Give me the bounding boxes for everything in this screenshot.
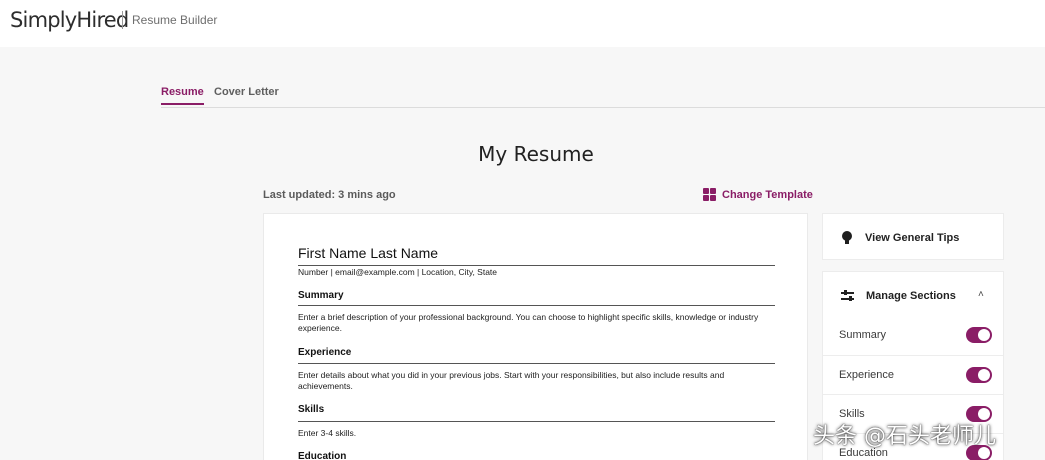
product-name: Resume Builder <box>132 13 218 27</box>
resume-section-body: Enter details about what you did in your… <box>298 370 725 391</box>
watermark-text: 头条 @石头老师儿 <box>813 424 996 449</box>
divider <box>298 305 775 306</box>
section-row-summary: Summary <box>823 316 1003 355</box>
page-title: My Resume <box>478 142 594 166</box>
resume-section-heading: Education <box>298 451 347 460</box>
top-bar: SimplyHired Resume Builder <box>0 0 1045 47</box>
divider <box>298 265 775 266</box>
divider <box>298 363 775 364</box>
sliders-icon <box>841 290 854 301</box>
resume-section-heading: Experience <box>298 347 352 358</box>
change-template-button[interactable]: Change Template <box>703 188 813 201</box>
summary-toggle[interactable] <box>966 327 992 343</box>
tab-resume[interactable]: Resume <box>161 86 204 105</box>
resume-name: First Name Last Name <box>298 245 439 261</box>
tab-cover-letter[interactable]: Cover Letter <box>214 86 279 103</box>
resume-section-body: Enter a brief description of your profes… <box>298 312 759 333</box>
grid-icon <box>703 188 716 201</box>
resume-contact: Number | email@example.com | Location, C… <box>298 267 498 277</box>
section-label: Summary <box>839 329 887 341</box>
section-label: Experience <box>839 369 895 381</box>
last-updated-text: Last updated: 3 mins ago <box>263 189 396 201</box>
view-general-tips-button[interactable]: View General Tips <box>822 213 1004 260</box>
resume-preview[interactable]: First Name Last Name Number | email@exam… <box>263 213 808 460</box>
resume-section-body: Enter 3-4 skills. <box>298 428 357 438</box>
change-template-label: Change Template <box>722 188 813 201</box>
tips-label: View General Tips <box>865 232 960 244</box>
manage-sections-title: Manage Sections <box>866 290 956 302</box>
resume-section-heading: Skills <box>298 404 325 415</box>
lightbulb-icon-base <box>845 240 849 244</box>
brand-divider <box>122 11 123 29</box>
tab-bar: Resume Cover Letter <box>161 86 1045 108</box>
experience-toggle[interactable] <box>966 367 992 383</box>
section-row-experience: Experience <box>823 355 1003 394</box>
chevron-up-icon[interactable]: ˄ <box>978 289 984 300</box>
divider <box>298 421 775 422</box>
resume-section-heading: Summary <box>298 290 344 301</box>
brand-logo[interactable]: SimplyHired <box>10 8 129 32</box>
